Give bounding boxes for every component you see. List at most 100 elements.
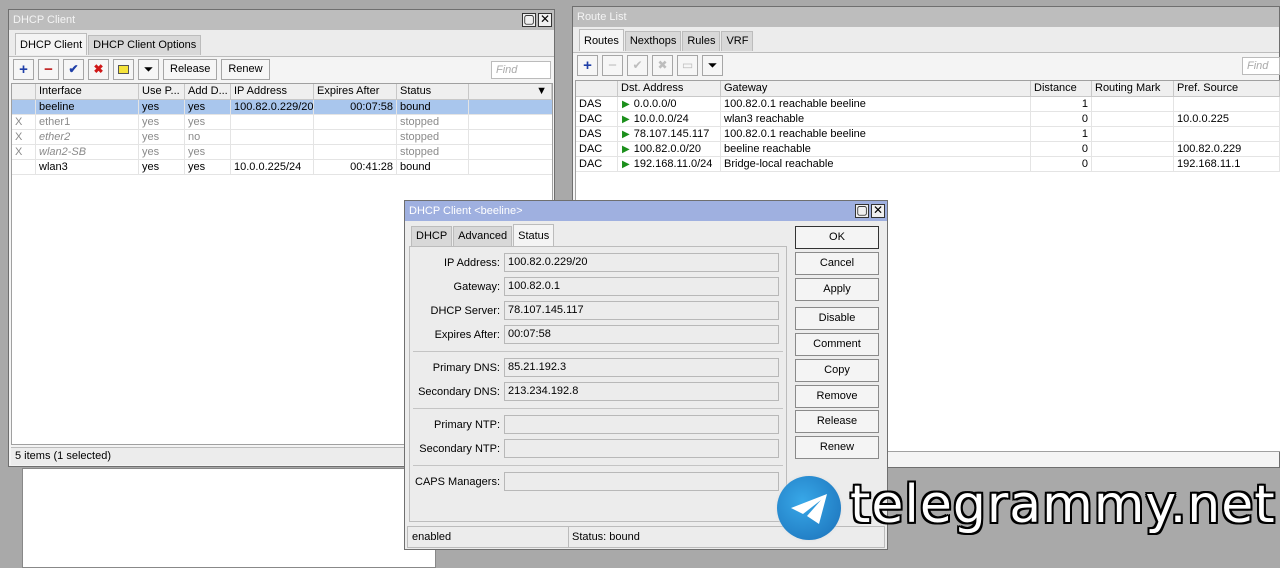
- comment-icon[interactable]: ▭: [677, 55, 698, 76]
- cell-mark: [1092, 157, 1174, 171]
- cell-src: 10.0.0.225: [1174, 112, 1280, 126]
- table-row[interactable]: DAS ▶ 78.107.145.117 100.82.0.1 reachable b…: [576, 127, 1280, 142]
- telegram-logo-icon: [777, 476, 841, 540]
- cell-dist: 0: [1031, 142, 1092, 156]
- col-ip-address[interactable]: IP Address: [231, 84, 314, 99]
- comment-icon[interactable]: [113, 59, 134, 80]
- cell-iface: beeline: [36, 100, 139, 114]
- col-use-peer-dns[interactable]: Use P...: [139, 84, 185, 99]
- remove-icon[interactable]: −: [602, 55, 623, 76]
- tab-rules[interactable]: Rules: [682, 31, 721, 51]
- dialog-titlebar[interactable]: DHCP Client <beeline> ▢ ✕: [405, 201, 887, 221]
- remove-button[interactable]: Remove: [795, 385, 879, 408]
- tab-dhcp-client[interactable]: DHCP Client: [15, 33, 88, 55]
- disable-icon[interactable]: ✖: [652, 55, 673, 76]
- cell-ip: 10.0.0.225/24: [231, 160, 314, 174]
- renew-button[interactable]: Renew: [221, 59, 270, 80]
- cell-use: yes: [139, 100, 185, 114]
- table-row[interactable]: DAC ▶ 192.168.11.0/24 Bridge-local reachabl…: [576, 157, 1280, 172]
- col-routing-mark[interactable]: Routing Mark: [1092, 81, 1174, 96]
- column-menu-icon[interactable]: ▼: [469, 84, 552, 99]
- table-row[interactable]: DAC ▶ 100.82.0.0/20 beeline reachable 0 100.8…: [576, 142, 1280, 157]
- secondary-dns-field: 213.234.192.8: [504, 382, 779, 401]
- secondary-ntp-field: [504, 439, 779, 458]
- add-icon[interactable]: +: [13, 59, 34, 80]
- cell-mark: [1092, 112, 1174, 126]
- ok-button[interactable]: OK: [795, 226, 879, 249]
- table-row[interactable]: Xether1 yes yes stopped: [12, 115, 552, 130]
- dhcp-client-titlebar[interactable]: DHCP Client ▢ ✕: [9, 10, 554, 30]
- col-pref-source[interactable]: Pref. Source: [1174, 81, 1280, 96]
- primary-ntp-field: [504, 415, 779, 434]
- close-icon[interactable]: ✕: [538, 13, 552, 27]
- route-list-titlebar[interactable]: Route List: [573, 7, 1279, 27]
- maximize-icon[interactable]: ▢: [522, 13, 536, 27]
- release-button[interactable]: Release: [163, 59, 218, 80]
- cell-exp: 00:07:58: [314, 100, 397, 114]
- renew-button[interactable]: Renew: [795, 436, 879, 459]
- col-add-default-route[interactable]: Add D...: [185, 84, 231, 99]
- tab-dhcp-client-options[interactable]: DHCP Client Options: [88, 35, 202, 55]
- dst-address: 78.107.145.117: [633, 128, 710, 140]
- cell-exp: [314, 115, 397, 129]
- enable-icon[interactable]: ✔: [63, 59, 84, 80]
- col-gateway[interactable]: Gateway: [721, 81, 1031, 96]
- copy-button[interactable]: Copy: [795, 359, 879, 382]
- apply-button[interactable]: Apply: [795, 278, 879, 301]
- table-row[interactable]: Xether2 yes no stopped: [12, 130, 552, 145]
- gateway-field: 100.82.0.1: [504, 277, 779, 296]
- enable-icon[interactable]: ✔: [627, 55, 648, 76]
- dst-address: 10.0.0.0/24: [633, 113, 689, 125]
- table-row[interactable]: Xwlan2-SB yes yes stopped: [12, 145, 552, 160]
- disable-icon[interactable]: ✖: [88, 59, 109, 80]
- cell-ip: [231, 130, 314, 144]
- col-interface[interactable]: Interface: [36, 84, 139, 99]
- route-flag-icon: ▶: [622, 144, 630, 155]
- tab-vrf[interactable]: VRF: [721, 31, 754, 51]
- cell-status: bound: [397, 160, 469, 174]
- caps-managers-label: CAPS Managers:: [415, 476, 500, 488]
- cell-type: DAC: [576, 112, 618, 126]
- primary-dns-field: 85.21.192.3: [504, 358, 779, 377]
- filter-icon[interactable]: ⏷: [702, 55, 723, 76]
- cell-type: DAC: [576, 142, 618, 156]
- add-icon[interactable]: +: [577, 55, 598, 76]
- col-distance[interactable]: Distance: [1031, 81, 1092, 96]
- find-input[interactable]: Find: [491, 61, 551, 79]
- col-dst-address[interactable]: Dst. Address: [618, 81, 721, 96]
- comment-button[interactable]: Comment: [795, 333, 879, 356]
- dhcp-server-label: DHCP Server:: [430, 305, 500, 317]
- maximize-icon[interactable]: ▢: [855, 204, 869, 218]
- route-flag-icon: ▶: [622, 159, 630, 170]
- dhcp-server-field: 78.107.145.117: [504, 301, 779, 320]
- filter-icon[interactable]: ⏷: [138, 59, 159, 80]
- cell-exp: [314, 130, 397, 144]
- expires-after-field: 00:07:58: [504, 325, 779, 344]
- cell-gw: 100.82.0.1 reachable beeline: [721, 97, 1031, 111]
- close-icon[interactable]: ✕: [871, 204, 885, 218]
- col-expires-after[interactable]: Expires After: [314, 84, 397, 99]
- remove-icon[interactable]: −: [38, 59, 59, 80]
- table-header: Interface Use P... Add D... IP Address E…: [12, 84, 552, 100]
- tab-dhcp[interactable]: DHCP: [411, 226, 453, 246]
- dst-address: 100.82.0.0/20: [633, 143, 701, 155]
- background-panel: [22, 468, 436, 568]
- gateway-label: Gateway:: [453, 281, 500, 293]
- tab-routes[interactable]: Routes: [579, 29, 624, 51]
- cell-iface: ether2: [36, 130, 139, 144]
- disable-button[interactable]: Disable: [795, 307, 879, 330]
- release-button[interactable]: Release: [795, 410, 879, 433]
- cell-exp: [314, 145, 397, 159]
- tab-nexthops[interactable]: Nexthops: [624, 31, 682, 51]
- cell-ip: [231, 115, 314, 129]
- table-row[interactable]: DAC ▶ 10.0.0.0/24 wlan3 reachable 0 10.0.0.22…: [576, 112, 1280, 127]
- table-row[interactable]: DAS ▶ 0.0.0.0/0 100.82.0.1 reachable beelin…: [576, 97, 1280, 112]
- tab-advanced[interactable]: Advanced: [453, 226, 513, 246]
- col-status[interactable]: Status: [397, 84, 469, 99]
- cancel-button[interactable]: Cancel: [795, 252, 879, 275]
- table-row[interactable]: wlan3 yes yes 10.0.0.225/24 00:41:28 bound: [12, 160, 552, 175]
- find-input[interactable]: Find: [1242, 57, 1280, 75]
- table-row[interactable]: beeline yes yes 100.82.0.229/20 00:07:58 boun…: [12, 100, 552, 115]
- item-count: 5 items (1 selected): [15, 450, 111, 462]
- tab-status[interactable]: Status: [513, 224, 555, 246]
